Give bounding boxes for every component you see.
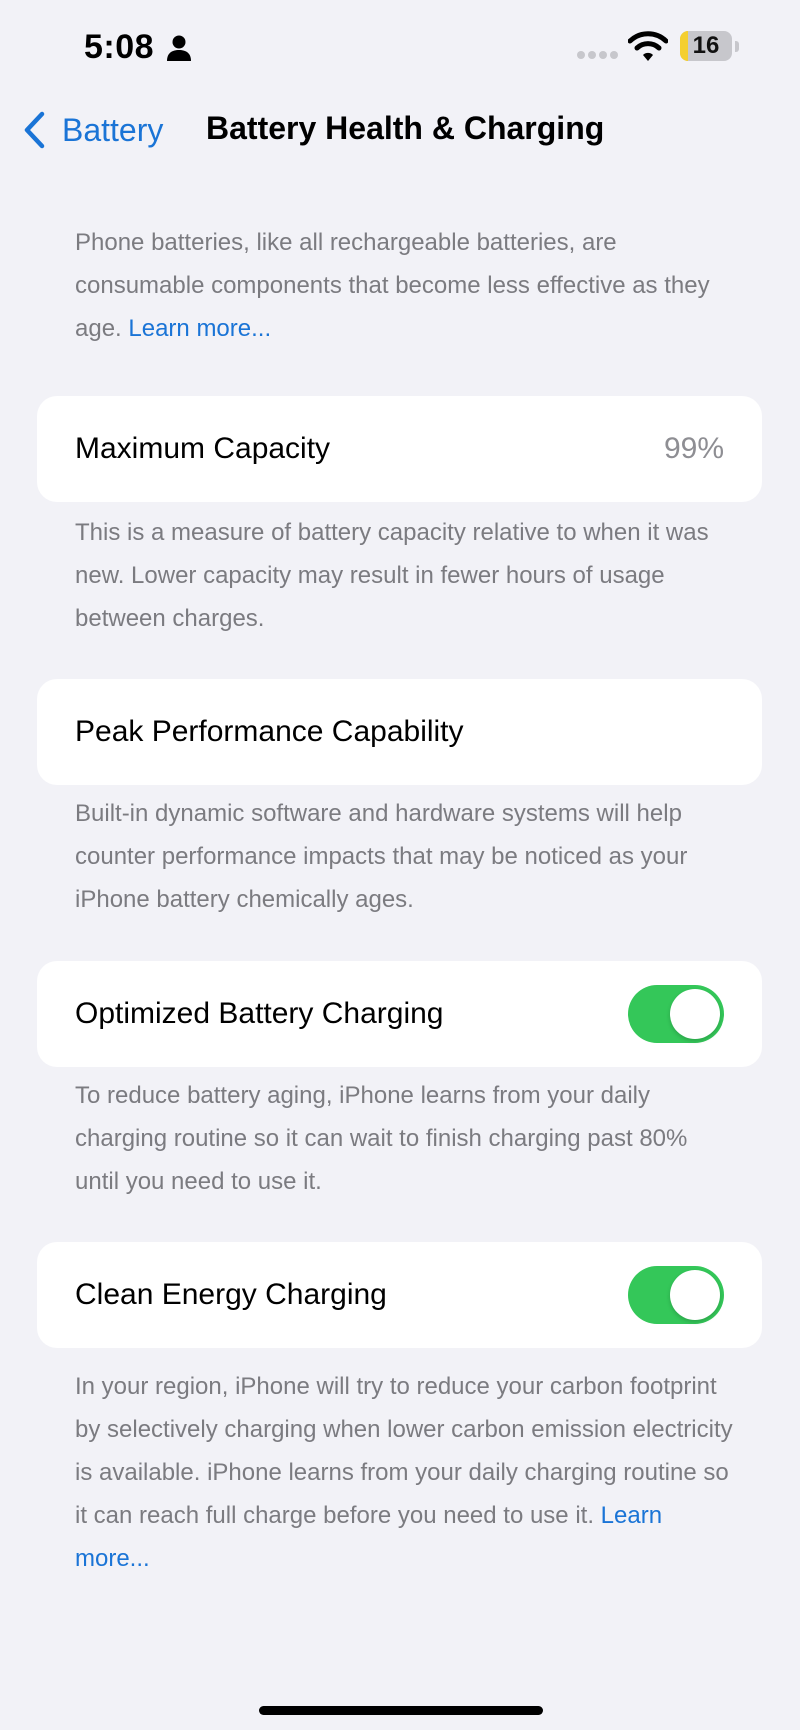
wifi-icon [628, 31, 668, 61]
signal-dots-icon [577, 51, 618, 59]
person-icon [167, 35, 191, 61]
optimized-charging-toggle[interactable] [628, 985, 724, 1043]
battery-cap [735, 41, 739, 52]
peak-performance-label: Peak Performance Capability [75, 715, 464, 748]
maximum-capacity-row: Maximum Capacity 99% [37, 396, 762, 502]
learn-more-link[interactable]: Learn more... [128, 315, 271, 342]
status-bar: 5:08 16 [0, 0, 800, 100]
toggle-knob [670, 1270, 720, 1320]
status-time: 5:08 [84, 28, 155, 66]
battery-icon: 16 [680, 31, 740, 61]
clean-energy-footer: In your region, iPhone will try to reduc… [75, 1365, 735, 1580]
optimized-charging-row: Optimized Battery Charging [37, 961, 762, 1067]
clean-energy-toggle[interactable] [628, 1266, 724, 1324]
clean-energy-label: Clean Energy Charging [75, 1278, 387, 1311]
optimized-charging-label: Optimized Battery Charging [75, 997, 444, 1030]
peak-performance-row: Peak Performance Capability [37, 679, 762, 785]
battery-level: 16 [692, 32, 720, 59]
back-button[interactable]: Battery [22, 108, 163, 152]
chevron-left-icon [24, 111, 45, 149]
toggle-knob [670, 989, 720, 1039]
peak-performance-footer: Built-in dynamic software and hardware s… [75, 800, 688, 913]
home-indicator [259, 1706, 543, 1715]
intro-text: Phone batteries, like all rechargeable b… [75, 221, 725, 350]
battery-body: 16 [680, 31, 732, 61]
page-title: Battery Health & Charging [206, 110, 605, 146]
clean-energy-row: Clean Energy Charging [37, 1242, 762, 1348]
maximum-capacity-label: Maximum Capacity [75, 432, 331, 465]
maximum-capacity-footer: This is a measure of battery capacity re… [75, 519, 709, 632]
maximum-capacity-value: 99% [663, 432, 724, 465]
back-label: Battery [62, 111, 164, 148]
optimized-charging-footer: To reduce battery aging, iPhone learns f… [75, 1082, 688, 1195]
navigation-bar: Battery Battery Health & Charging [0, 100, 800, 160]
